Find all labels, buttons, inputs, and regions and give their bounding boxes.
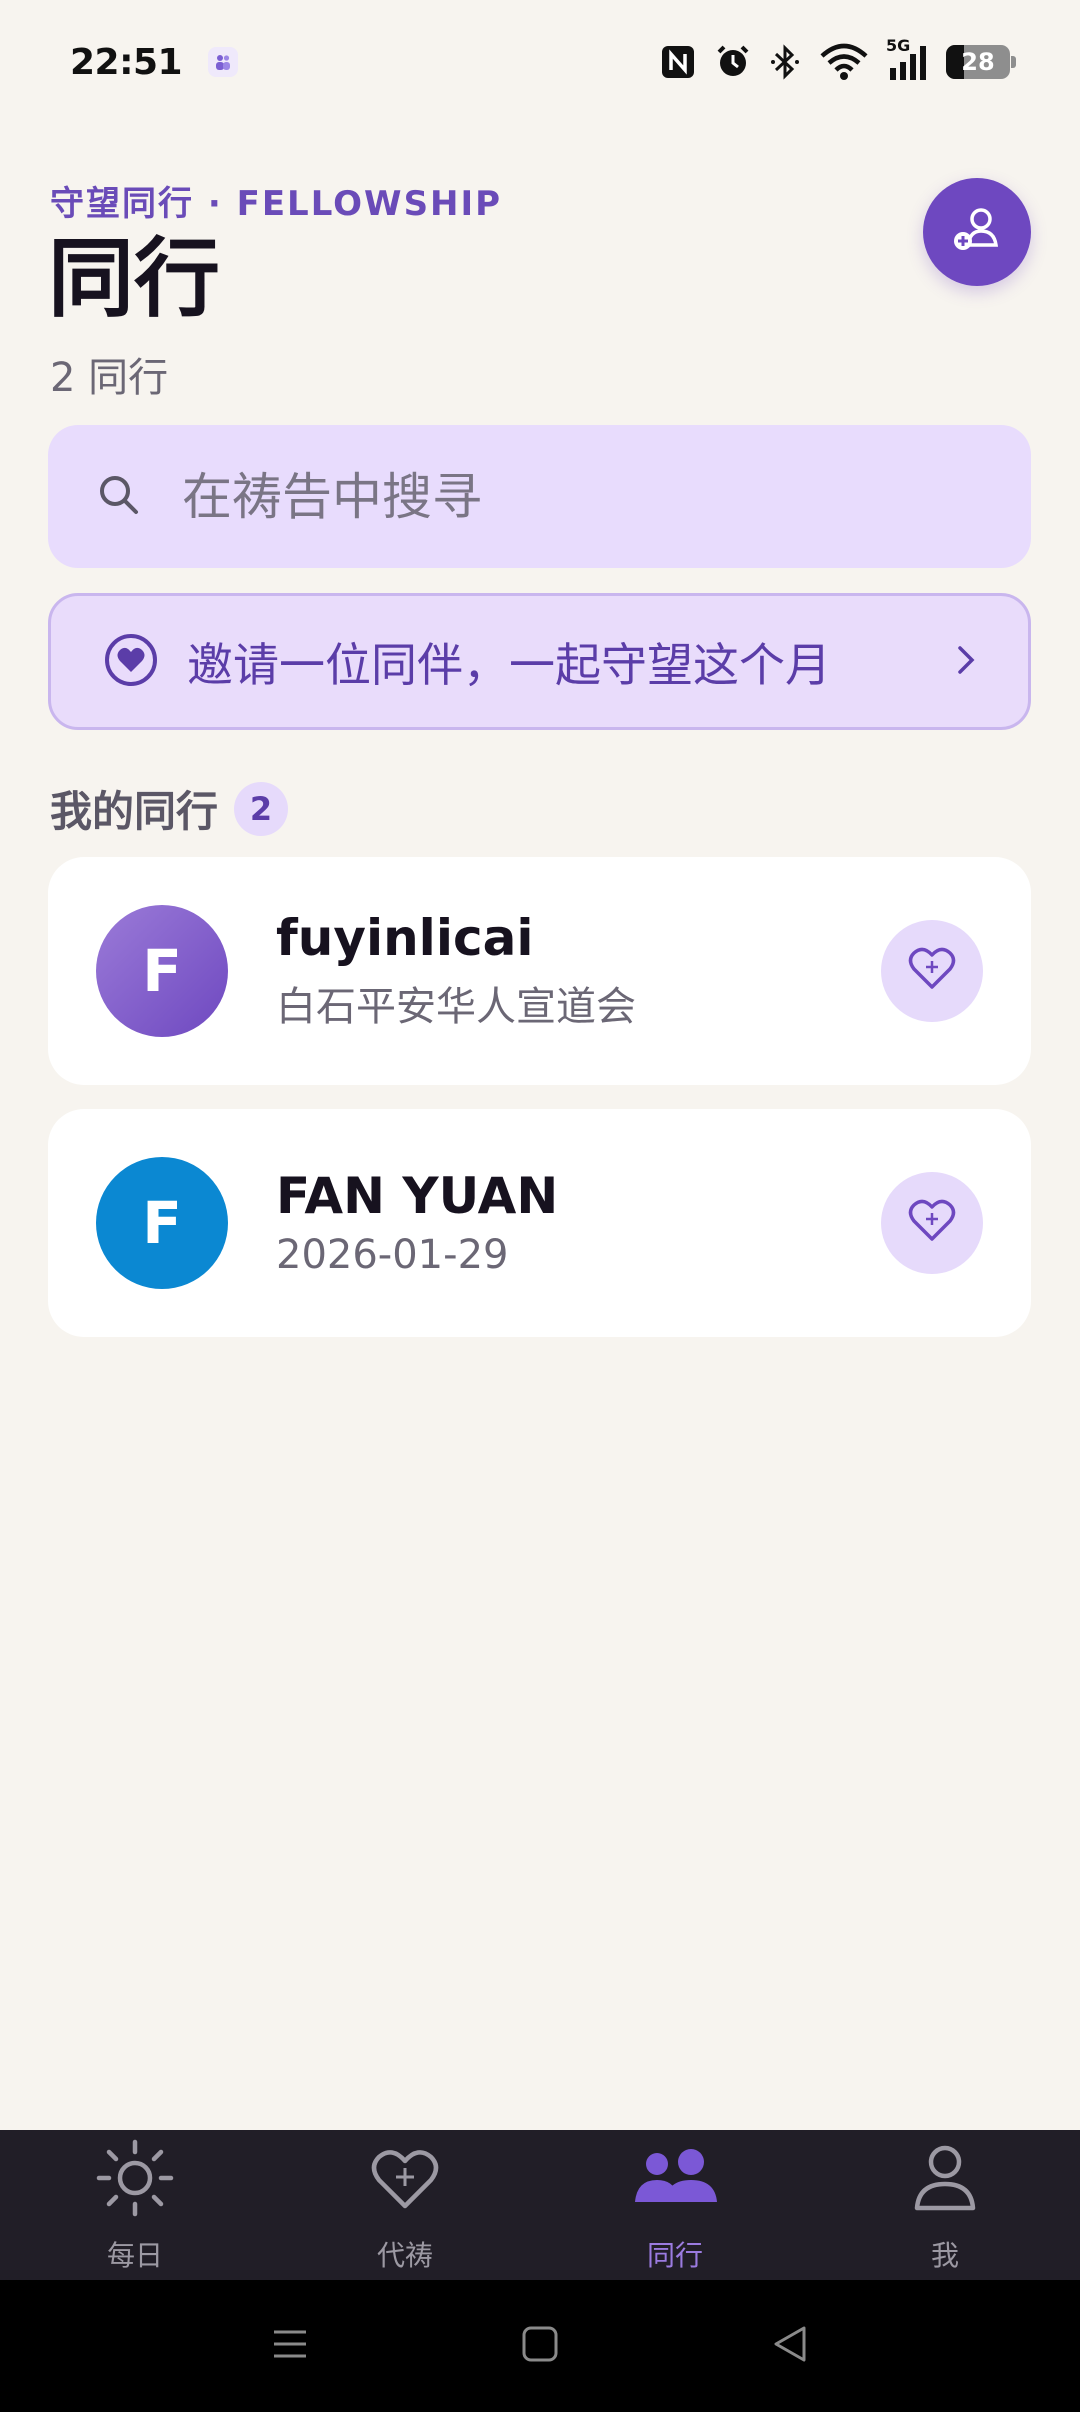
nav-item-daily[interactable]: 每日 (0, 2130, 270, 2280)
heart-plus-icon (904, 1193, 960, 1253)
back-icon[interactable] (770, 2324, 810, 2368)
companion-card[interactable]: F fuyinlicai 白石平安华人宣道会 (48, 857, 1031, 1085)
home-icon[interactable] (520, 2324, 560, 2368)
companion-count-text: 2 同行 (50, 355, 169, 401)
avatar: F (96, 1157, 228, 1289)
status-time: 22:51 (70, 41, 183, 83)
nav-label: 同行 (646, 2239, 703, 2272)
wifi-icon (818, 42, 870, 82)
section-count-badge: 2 (234, 781, 289, 836)
nav-item-fellowship[interactable]: 同行 (540, 2130, 810, 2280)
sun-icon (93, 2136, 177, 2224)
nfc-icon (660, 44, 696, 80)
signal-5g-icon: 5G (886, 36, 928, 82)
companion-subtitle: 2026-01-29 (276, 1231, 509, 1278)
invite-companion-banner[interactable]: 邀请一位同伴，一起守望这个月 (48, 593, 1031, 730)
search-bar[interactable] (48, 425, 1031, 568)
nav-item-intercession[interactable]: 代祷 (270, 2130, 540, 2280)
menu-icon[interactable] (270, 2324, 310, 2368)
pray-for-button[interactable] (881, 1172, 983, 1274)
invite-label: 邀请一位同伴，一起守望这个月 (187, 637, 831, 692)
bluetooth-icon (770, 43, 800, 81)
page-title: 同行 (48, 229, 220, 329)
chevron-right-icon (950, 640, 980, 684)
heart-circle-icon (103, 632, 159, 692)
companion-subtitle: 白石平安华人宣道会 (276, 983, 636, 1030)
search-icon (96, 472, 142, 522)
companion-card[interactable]: F FAN YUAN 2026-01-29 (48, 1109, 1031, 1337)
people-icon (627, 2136, 723, 2224)
section-title: 我的同行 (50, 787, 219, 836)
pray-for-button[interactable] (881, 920, 983, 1022)
nav-label: 每日 (106, 2239, 163, 2272)
person-icon (903, 2136, 987, 2224)
people-notification-icon (208, 47, 239, 77)
heart-plus-icon (363, 2136, 447, 2224)
add-person-icon (948, 201, 1006, 263)
status-bar: 22:51 5G 28 (0, 0, 1080, 124)
bottom-nav: 每日 代祷 同行 我 (0, 2130, 1080, 2280)
avatar: F (96, 905, 228, 1037)
system-nav-bar (0, 2280, 1080, 2412)
nav-label: 我 (930, 2239, 959, 2272)
network-label: 5G (886, 36, 911, 55)
status-icons: 5G 28 (660, 36, 1016, 82)
add-companion-button[interactable] (923, 178, 1031, 286)
my-companions-header: 我的同行 2 (50, 778, 289, 839)
alarm-icon (714, 43, 752, 81)
search-input[interactable] (182, 467, 962, 526)
companion-name: fuyinlicai (276, 909, 534, 968)
nav-label: 代祷 (376, 2239, 433, 2272)
battery-icon: 28 (946, 45, 1016, 79)
battery-level: 28 (961, 48, 995, 76)
companion-name: FAN YUAN (276, 1167, 559, 1226)
page-eyebrow: 守望同行 · FELLOWSHIP (50, 184, 503, 224)
heart-plus-icon (904, 941, 960, 1001)
nav-item-me[interactable]: 我 (810, 2130, 1080, 2280)
